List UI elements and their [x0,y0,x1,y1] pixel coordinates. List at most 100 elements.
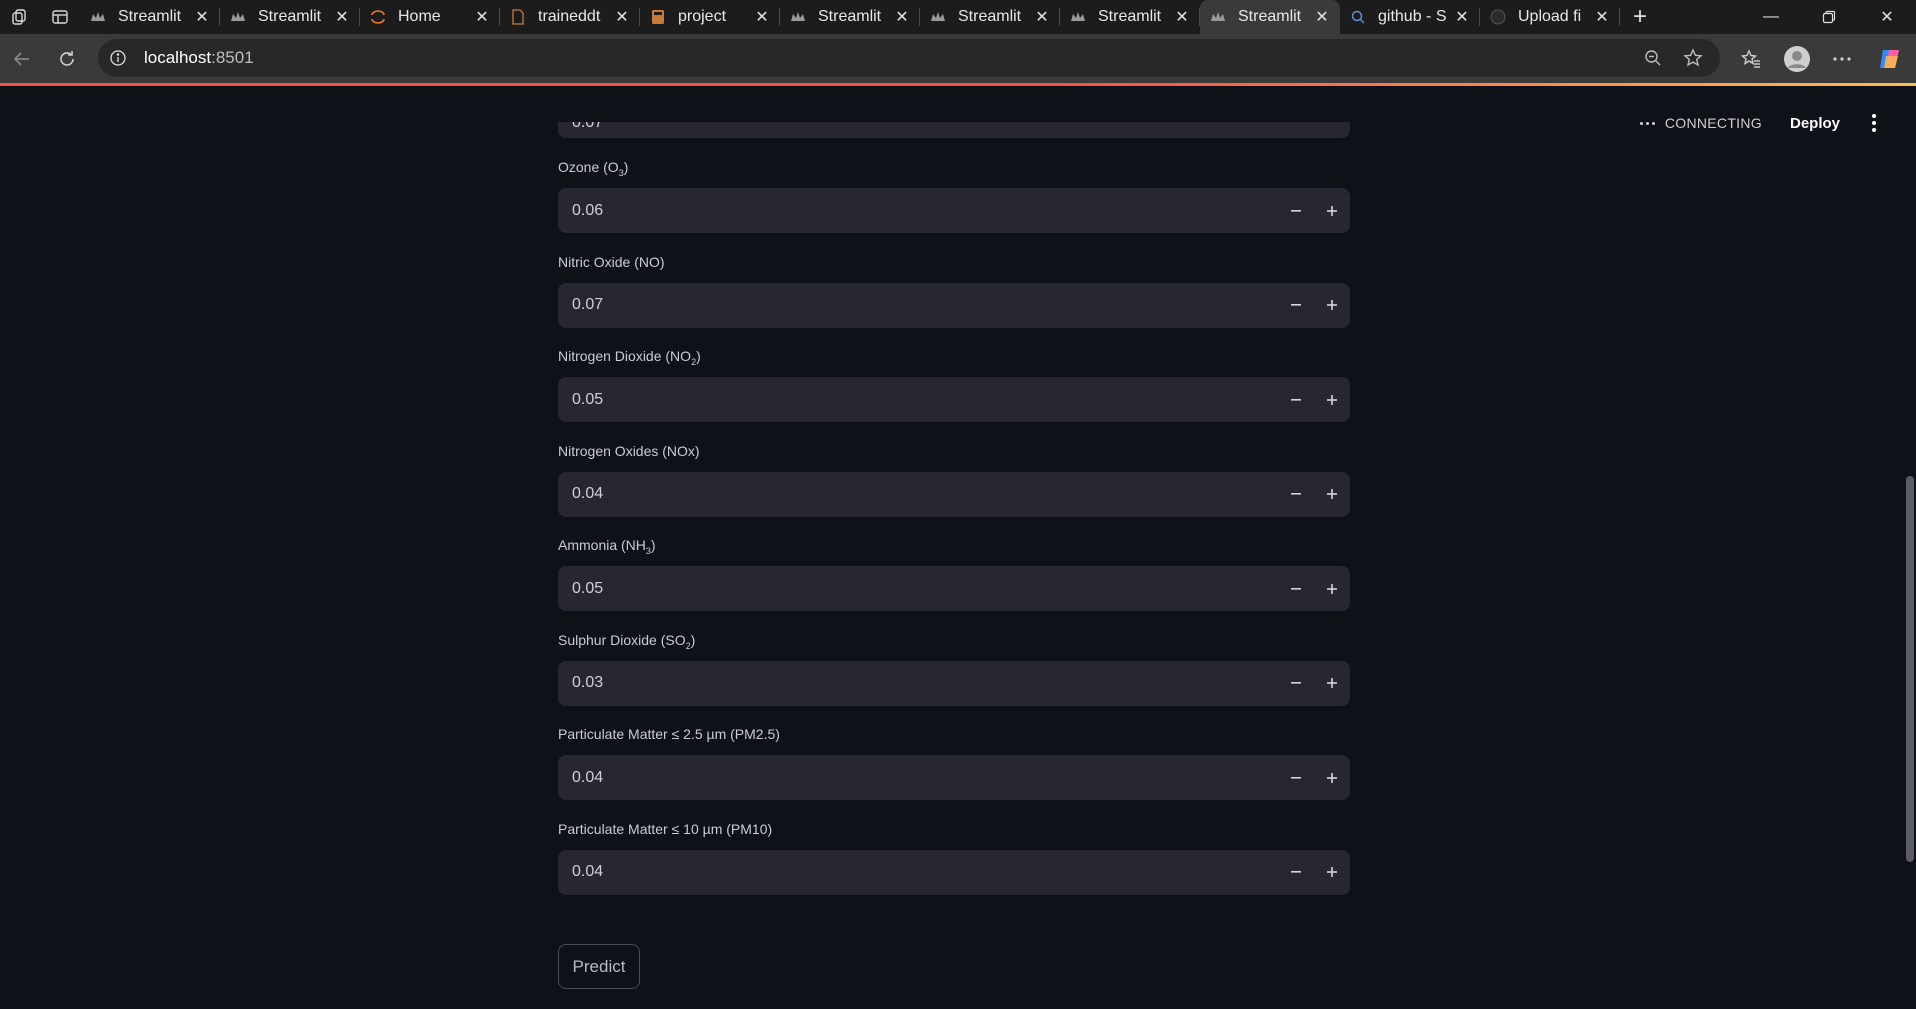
browser-tab[interactable]: Home ✕ [360,0,500,34]
number-input-field: Ozone (O3) 0.06 [558,157,1350,233]
close-tab-icon[interactable]: ✕ [752,7,772,27]
browser-tab[interactable]: Streamlit ✕ [220,0,360,34]
streamlit-crown-icon [930,9,946,25]
favorites-icon[interactable] [1734,42,1768,76]
status-text: CONNECTING [1664,115,1762,131]
number-input[interactable]: 0.07 [558,282,1350,328]
field-label: Sulphur Dioxide (SO2) [558,630,1350,651]
number-input-value[interactable]: 0.04 [558,769,1278,787]
number-input[interactable]: 0.03 [558,660,1350,706]
number-input-value[interactable]: 0.04 [558,485,1278,503]
browser-tab[interactable]: Upload fi ✕ [1480,0,1620,34]
number-input-value[interactable]: 0.04 [558,863,1278,881]
close-tab-icon[interactable]: ✕ [892,7,912,27]
field-label-text: Nitrogen Dioxide (NO [558,348,692,364]
close-tab-icon[interactable]: ✕ [472,7,492,27]
close-tab-icon[interactable]: ✕ [1452,7,1472,27]
status-dots-icon [1639,121,1655,125]
increment-button[interactable] [1314,472,1350,517]
close-window-button[interactable]: ✕ [1858,0,1916,34]
increment-button[interactable] [1314,283,1350,328]
number-input-value[interactable]: 0.06 [558,202,1278,220]
browser-tab[interactable]: Streamlit ✕ [1060,0,1200,34]
decrement-button[interactable] [1278,755,1314,800]
number-input-field: Nitrogen Dioxide (NO2) 0.05 [558,346,1350,422]
github-icon [1490,9,1506,25]
number-input-value[interactable]: 0.07 [558,296,1278,314]
main-menu-icon[interactable] [1868,114,1880,132]
new-tab-button[interactable]: + [1620,0,1660,34]
increment-button[interactable] [1314,188,1350,233]
increment-button[interactable] [1314,850,1350,895]
scrollbar[interactable] [1904,86,1916,1009]
number-input-value[interactable]: 0.05 [558,580,1278,598]
browser-tab[interactable]: project ✕ [640,0,780,34]
number-input[interactable]: 0.06 [558,188,1350,233]
decrement-button[interactable] [1278,850,1314,895]
more-menu-icon[interactable] [1825,42,1859,76]
minimize-button[interactable]: — [1742,0,1800,34]
site-info-icon[interactable] [108,48,128,68]
number-input[interactable]: 0.04 [558,849,1350,895]
back-button[interactable] [5,42,39,76]
close-tab-icon[interactable]: ✕ [1172,7,1192,27]
number-input[interactable]: 0.04 [558,755,1350,800]
field-label-text: Ammonia (NH [558,537,646,553]
field-label: Nitrogen Oxides (NOx) [558,441,1350,461]
copilot-icon[interactable] [1873,42,1907,76]
close-tab-icon[interactable]: ✕ [1592,7,1612,27]
tab-title: Streamlit [958,8,1022,25]
close-tab-icon[interactable]: ✕ [332,7,352,27]
profile-avatar[interactable] [1780,42,1814,76]
browser-tab-strip: Streamlit ✕ Streamlit ✕ Home ✕ traineddt ✕ proje… [0,0,1916,34]
increment-button[interactable] [1314,661,1350,706]
number-input-value[interactable]: 0.03 [558,674,1278,692]
decrement-button[interactable] [1278,566,1314,611]
deploy-button[interactable]: Deploy [1790,115,1840,132]
number-input[interactable]: 0.05 [558,377,1350,422]
jupyter-icon [370,9,386,25]
streamlit-crown-icon [790,9,806,25]
scrollbar-thumb[interactable] [1906,476,1914,862]
file-icon [510,9,526,25]
decrement-button[interactable] [1278,283,1314,328]
increment-button[interactable] [1314,377,1350,422]
field-label: Particulate Matter ≤ 2.5 µm (PM2.5) [558,724,1350,744]
increment-button[interactable] [1314,566,1350,611]
vertical-tabs-icon[interactable] [40,0,80,34]
browser-toolbar: localhost:8501 [0,34,1916,83]
browser-tab[interactable]: Streamlit ✕ [80,0,220,34]
reload-button[interactable] [50,42,84,76]
close-tab-icon[interactable]: ✕ [612,7,632,27]
predict-button[interactable]: Predict [558,944,640,989]
address-bar[interactable]: localhost:8501 [98,39,1720,77]
number-input[interactable]: 0.05 [558,566,1350,611]
favorite-star-icon[interactable] [1678,43,1708,73]
notebook-icon [650,9,666,25]
number-input-value[interactable]: 0.05 [558,391,1278,409]
number-input[interactable]: 0.04 [558,471,1350,517]
browser-tab[interactable]: Streamlit ✕ [1200,0,1340,34]
restore-button[interactable] [1800,0,1858,34]
workspaces-icon[interactable] [0,0,40,34]
field-label-text: Nitrogen Oxides (NOx) [558,442,700,459]
streamlit-crown-icon [90,9,106,25]
decrement-button[interactable] [1278,661,1314,706]
browser-tab[interactable]: traineddt ✕ [500,0,640,34]
close-tab-icon[interactable]: ✕ [1312,7,1332,27]
number-input-field: Ammonia (NH3) 0.05 [558,535,1350,611]
zoom-icon[interactable] [1638,43,1668,73]
tab-title: traineddt [538,8,601,25]
decrement-button[interactable] [1278,188,1314,233]
field-label: Particulate Matter ≤ 10 µm (PM10) [558,819,1350,839]
decrement-button[interactable] [1278,377,1314,422]
browser-tab[interactable]: Streamlit ✕ [920,0,1060,34]
streamlit-crown-icon [230,9,246,25]
previous-number-input[interactable]: 0.07 [558,122,1350,138]
decrement-button[interactable] [1278,472,1314,517]
close-tab-icon[interactable]: ✕ [1032,7,1052,27]
browser-tab[interactable]: github - S ✕ [1340,0,1480,34]
increment-button[interactable] [1314,755,1350,800]
close-tab-icon[interactable]: ✕ [192,7,212,27]
browser-tab[interactable]: Streamlit ✕ [780,0,920,34]
